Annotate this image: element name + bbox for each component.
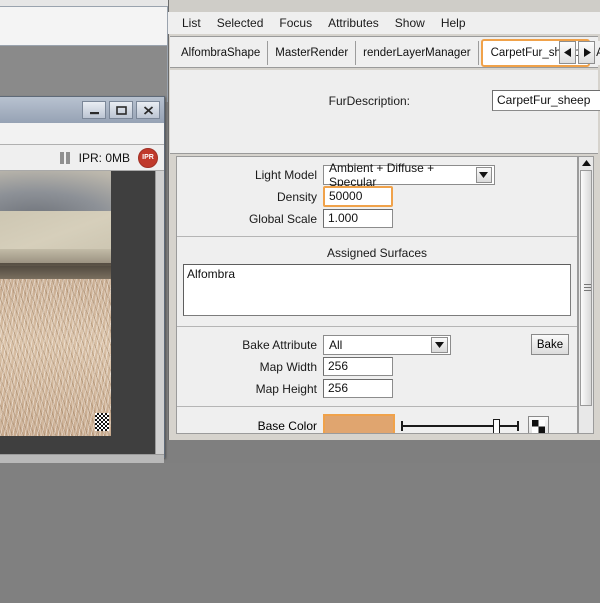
base-color-swatch[interactable] bbox=[323, 413, 395, 433]
slider-handle[interactable] bbox=[493, 419, 501, 433]
tab-alfombra-shape[interactable]: AlfombraShape bbox=[174, 41, 269, 65]
scrollbar-thumb[interactable] bbox=[580, 170, 592, 406]
row-global-scale: Global Scale 1.000 bbox=[177, 208, 577, 229]
chevron-down-icon[interactable] bbox=[431, 336, 448, 353]
ipr-memory-label: IPR: 0MB bbox=[78, 150, 130, 165]
ipr-stop-button[interactable]: IPR bbox=[138, 147, 158, 168]
scroll-grip-icon bbox=[584, 284, 591, 291]
row-map-height: Map Height 256 bbox=[177, 378, 577, 399]
tab-render-layer-manager[interactable]: renderLayerManager bbox=[356, 41, 479, 65]
light-model-dropdown[interactable]: Ambient + Diffuse + Specular bbox=[323, 161, 495, 189]
base-color-label: Base Color bbox=[257, 419, 317, 433]
base-color-slider[interactable] bbox=[401, 416, 519, 433]
render-view-menu-strip bbox=[0, 123, 164, 145]
slider-track bbox=[401, 425, 519, 427]
assigned-surfaces-list[interactable]: Alfombra bbox=[183, 264, 571, 316]
bake-attribute-dropdown[interactable]: All bbox=[323, 334, 451, 355]
tab-list: AlfombraShape MasterRender renderLayerMa… bbox=[174, 39, 600, 67]
map-height-label: Map Height bbox=[255, 381, 317, 396]
menu-item-focus[interactable]: Focus bbox=[271, 14, 320, 32]
texture-map-icon[interactable] bbox=[528, 415, 549, 433]
map-width-input[interactable]: 256 bbox=[323, 357, 393, 376]
render-resize-marker-icon bbox=[95, 413, 109, 431]
background-viewport-fragment bbox=[0, 46, 168, 102]
render-view-window: erLayer IPR: 0MB IPR bbox=[0, 96, 165, 463]
menu-item-attributes[interactable]: Attributes bbox=[320, 14, 387, 32]
row-light-model: Light Model Ambient + Diffuse + Specular bbox=[177, 161, 577, 189]
list-item[interactable]: Alfombra bbox=[187, 267, 567, 281]
fur-description-label: FurDescription: bbox=[328, 94, 410, 108]
maximize-icon[interactable] bbox=[109, 101, 133, 119]
menu-item-selected[interactable]: Selected bbox=[209, 14, 272, 32]
slider-cap-left bbox=[401, 421, 403, 431]
tab-bar: AlfombraShape MasterRender renderLayerMa… bbox=[170, 36, 600, 68]
row-base-color: Base Color bbox=[177, 413, 577, 433]
map-width-label: Map Width bbox=[259, 359, 317, 374]
tab-nav-controls bbox=[559, 41, 595, 64]
attribute-scroll-body: Light Model Ambient + Diffuse + Specular… bbox=[176, 156, 578, 434]
render-furniture-edge bbox=[0, 249, 111, 263]
fur-description-block: FurDescription: CarpetFur_sheep Focus P bbox=[170, 70, 600, 154]
bake-attribute-label: Bake Attribute bbox=[242, 337, 317, 352]
pause-icon[interactable] bbox=[59, 151, 71, 164]
map-height-input[interactable]: 256 bbox=[323, 379, 393, 398]
close-icon[interactable] bbox=[136, 101, 160, 119]
attribute-editor-scrollbar[interactable] bbox=[578, 156, 594, 434]
render-layer-label: erLayer bbox=[0, 151, 52, 165]
render-view-scrollbar[interactable] bbox=[155, 171, 164, 454]
slider-cap-right bbox=[517, 421, 519, 431]
menu-item-help[interactable]: Help bbox=[433, 14, 474, 32]
menu-item-list[interactable]: List bbox=[174, 14, 209, 32]
density-input[interactable]: 50000 bbox=[323, 186, 393, 207]
row-map-width: Map Width 256 bbox=[177, 356, 577, 377]
rendered-image bbox=[0, 171, 111, 436]
render-view-titlebar[interactable] bbox=[0, 97, 164, 123]
triangle-up-icon[interactable] bbox=[580, 157, 592, 169]
menu-bar: List Selected Focus Attributes Show Help bbox=[168, 12, 600, 34]
light-model-label: Light Model bbox=[254, 167, 317, 182]
group-bake: Bake Attribute All Bake Map Width 256 Ma… bbox=[177, 327, 577, 407]
desktop-background-lower bbox=[0, 463, 600, 603]
bake-attribute-value: All bbox=[329, 337, 343, 352]
render-view-bottom-bar bbox=[0, 454, 164, 463]
menu-item-show[interactable]: Show bbox=[387, 14, 433, 32]
render-view-canvas[interactable] bbox=[0, 171, 164, 454]
chevron-down-icon[interactable] bbox=[475, 166, 492, 183]
row-density: Density 50000 bbox=[177, 186, 577, 207]
density-label: Density bbox=[276, 189, 317, 204]
row-bake-attribute: Bake Attribute All Bake bbox=[177, 334, 577, 355]
global-scale-label: Global Scale bbox=[248, 211, 317, 226]
render-furniture bbox=[0, 171, 111, 211]
assigned-surfaces-title: Assigned Surfaces bbox=[326, 246, 428, 260]
group-colors: Base Color Tip bbox=[177, 407, 577, 433]
bake-button[interactable]: Bake bbox=[531, 334, 569, 355]
background-window-fragment bbox=[0, 6, 168, 46]
minimize-icon[interactable] bbox=[82, 101, 106, 119]
triangle-right-icon[interactable] bbox=[578, 41, 595, 64]
screen-root: List Selected Focus Attributes Show Help… bbox=[0, 0, 600, 603]
tab-master-render[interactable]: MasterRender bbox=[268, 41, 357, 65]
triangle-left-icon[interactable] bbox=[559, 41, 576, 64]
global-scale-input[interactable]: 1.000 bbox=[323, 209, 393, 228]
render-view-status-bar: erLayer IPR: 0MB IPR bbox=[0, 145, 164, 171]
group-assigned-surfaces: Assigned Surfaces Alfombra bbox=[177, 237, 577, 327]
fur-description-input[interactable]: CarpetFur_sheep bbox=[492, 90, 600, 111]
attribute-editor-top-fill bbox=[169, 0, 600, 12]
group-fur-basics: Light Model Ambient + Diffuse + Specular… bbox=[177, 157, 577, 237]
light-model-value: Ambient + Diffuse + Specular bbox=[329, 160, 435, 189]
